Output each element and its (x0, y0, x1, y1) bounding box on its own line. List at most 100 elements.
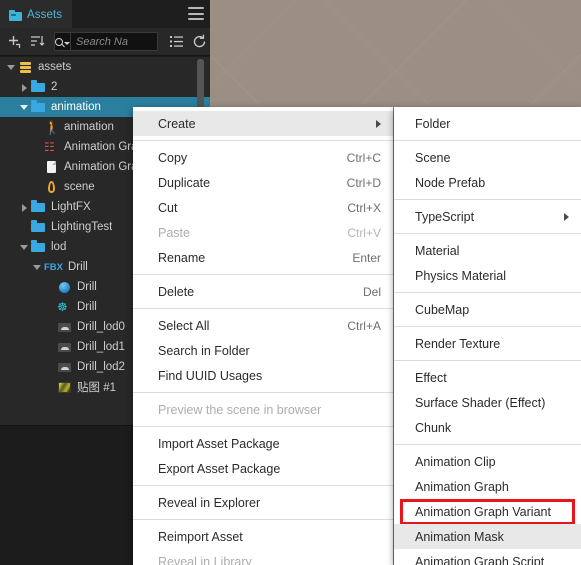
submenu-item-chunk[interactable]: Chunk (394, 415, 581, 440)
submenu-item-cubemap[interactable]: CubeMap (394, 297, 581, 322)
submenu-item-animation-mask[interactable]: Animation Mask (394, 524, 581, 549)
menu-separator (394, 360, 581, 361)
menu-item-export-asset-package[interactable]: Export Asset Package (133, 456, 393, 481)
context-menu[interactable]: Create Copy Ctrl+C Duplicate Ctrl+D Cut Ctrl+X… (133, 107, 393, 565)
menu-item-label: Material (415, 243, 460, 258)
menu-item-shortcut: Enter (352, 250, 381, 265)
menu-item-label: Animation Clip (415, 454, 496, 469)
chevron-down-icon[interactable] (19, 242, 30, 253)
menu-separator (394, 292, 581, 293)
menu-item-label: Delete (158, 284, 195, 299)
tree-item-label: 2 (51, 81, 58, 93)
search-box[interactable] (54, 32, 219, 51)
chevron-right-icon[interactable] (19, 82, 30, 93)
submenu-item-material[interactable]: Material (394, 238, 581, 263)
menu-item-label: Reveal in Library (158, 554, 252, 565)
menu-item-label: Effect (415, 370, 447, 385)
refresh-icon[interactable] (191, 33, 208, 50)
submenu-item-folder[interactable]: Folder (394, 111, 581, 136)
menu-item-label: Import Asset Package (158, 436, 280, 451)
chevron-down-icon[interactable] (6, 62, 17, 73)
create-submenu[interactable]: Folder Scene Node Prefab TypeScript Material… (394, 107, 581, 565)
runner-icon: 🚶 (44, 119, 61, 135)
tab-assets[interactable]: Assets (0, 0, 72, 28)
menu-item-search-in-folder[interactable]: Search in Folder (133, 338, 393, 363)
submenu-item-surface-shader-effect[interactable]: Surface Shader (Effect) (394, 390, 581, 415)
submenu-item-scene[interactable]: Scene (394, 145, 581, 170)
tree-item-label: scene (64, 181, 95, 193)
chevron-down-icon[interactable] (32, 262, 43, 273)
submenu-item-typescript[interactable]: TypeScript (394, 204, 581, 229)
lod-mesh-icon (57, 320, 72, 335)
chevron-down-icon[interactable] (19, 102, 30, 113)
menu-item-shortcut: Ctrl+X (347, 200, 381, 215)
submenu-item-render-texture[interactable]: Render Texture (394, 331, 581, 356)
submenu-item-physics-material[interactable]: Physics Material (394, 263, 581, 288)
search-icon[interactable] (55, 33, 71, 50)
menu-item-delete[interactable]: Delete Del (133, 279, 393, 304)
submenu-item-animation-graph[interactable]: Animation Graph (394, 474, 581, 499)
menu-item-label: Find UUID Usages (158, 368, 263, 383)
texture-icon (57, 380, 72, 395)
scene-flame-icon (44, 180, 59, 195)
menu-item-create[interactable]: Create (133, 111, 393, 136)
menu-separator (133, 308, 393, 309)
menu-item-label: Paste (158, 225, 190, 240)
menu-item-label: Rename (158, 250, 206, 265)
tree-item-label: Drill (77, 281, 97, 293)
submenu-item-animation-graph-script[interactable]: Animation Graph Script (394, 549, 581, 565)
menu-item-label: Surface Shader (Effect) (415, 395, 546, 410)
menu-item-copy[interactable]: Copy Ctrl+C (133, 145, 393, 170)
prefab-icon: ☸ (57, 299, 68, 314)
chevron-right-icon[interactable] (19, 202, 30, 213)
menu-item-duplicate[interactable]: Duplicate Ctrl+D (133, 170, 393, 195)
menu-item-label: Scene (415, 150, 451, 165)
menu-item-paste: Paste Ctrl+V (133, 220, 393, 245)
menu-item-find-uuid-usages[interactable]: Find UUID Usages (133, 363, 393, 388)
tree-item-label: lod (51, 241, 67, 253)
menu-item-reveal-in-library: Reveal in Library (133, 549, 393, 565)
folder-icon (31, 200, 46, 215)
menu-item-label: Cut (158, 200, 178, 215)
chevron-right-icon (376, 119, 381, 128)
tree-item-assets[interactable]: assets (0, 57, 210, 77)
submenu-item-animation-graph-variant[interactable]: Animation Graph Variant (394, 499, 581, 525)
tree-item-label: 贴图 #1 (77, 382, 116, 394)
menu-item-preview-the-scene-in-browser: Preview the scene in browser (133, 397, 393, 422)
submenu-item-node-prefab[interactable]: Node Prefab (394, 170, 581, 195)
menu-item-label: Node Prefab (415, 175, 486, 190)
menu-separator (133, 392, 393, 393)
menu-item-reveal-in-explorer[interactable]: Reveal in Explorer (133, 490, 393, 515)
menu-item-label: Copy (158, 150, 188, 165)
submenu-item-effect[interactable]: Effect (394, 365, 581, 390)
tree-item-label: Animation Gra (64, 141, 138, 153)
add-asset-icon[interactable] (6, 33, 23, 50)
tree-item-label: animation (64, 121, 114, 133)
menu-item-shortcut: Ctrl+V (347, 225, 381, 240)
lod-mesh-icon (57, 340, 72, 355)
menu-item-label: Animation Graph Script (415, 554, 545, 565)
tree-item-2[interactable]: 2 (0, 77, 210, 97)
list-view-icon[interactable] (168, 33, 185, 50)
sort-icon[interactable] (29, 33, 46, 50)
hamburger-icon[interactable] (188, 7, 204, 20)
menu-item-label: Render Texture (415, 336, 501, 351)
tree-item-label: Drill (77, 301, 97, 313)
menu-item-label: Create (158, 116, 196, 131)
menu-separator (394, 199, 581, 200)
tree-item-label: LightingTest (51, 221, 113, 233)
menu-item-shortcut: Ctrl+A (347, 318, 381, 333)
menu-item-select-all[interactable]: Select All Ctrl+A (133, 313, 393, 338)
menu-item-label: Select All (158, 318, 210, 333)
submenu-item-animation-clip[interactable]: Animation Clip (394, 449, 581, 474)
menu-item-shortcut: Del (362, 284, 381, 299)
menu-item-rename[interactable]: Rename Enter (133, 245, 393, 270)
menu-item-reimport-asset[interactable]: Reimport Asset (133, 524, 393, 549)
menu-item-cut[interactable]: Cut Ctrl+X (133, 195, 393, 220)
menu-item-import-asset-package[interactable]: Import Asset Package (133, 431, 393, 456)
